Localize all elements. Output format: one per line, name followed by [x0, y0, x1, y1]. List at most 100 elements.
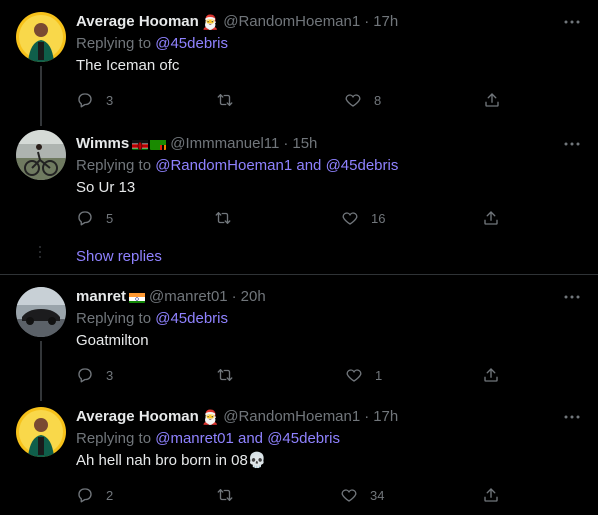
thread-line [40, 341, 42, 401]
skull-emoji: 💀 [247, 452, 267, 469]
reply-button[interactable]: 3 [76, 365, 113, 385]
retweet-button[interactable] [216, 365, 234, 385]
tweet-text: Ah hell nah bro born in 08💀 [76, 451, 582, 471]
thread-connector [38, 192, 42, 242]
timestamp[interactable]: 17h [373, 407, 398, 427]
reply-button[interactable]: 5 [76, 208, 113, 228]
mention-link[interactable]: @45debris [155, 310, 228, 327]
share-icon [484, 368, 498, 382]
tweet-text-body: Ah hell nah bro born in 08 [76, 452, 248, 469]
avatar[interactable] [16, 407, 66, 457]
zambia-flag-icon [150, 138, 167, 150]
reply-button[interactable]: 2 [76, 485, 113, 505]
kenya-flag-icon [132, 138, 149, 150]
avatar[interactable] [16, 12, 66, 62]
like-button[interactable]: 34 [340, 485, 384, 505]
retweet-icon [217, 369, 233, 381]
heart-icon [342, 212, 358, 225]
heart-icon [345, 94, 361, 107]
santa-emoji: 🎅 [201, 409, 220, 425]
replying-prefix: Replying to [76, 310, 156, 327]
reply-icon [78, 488, 92, 503]
timestamp[interactable]: 15h [292, 134, 317, 154]
like-button[interactable]: 8 [344, 90, 381, 110]
heart-icon [346, 369, 362, 382]
reply-icon [78, 368, 92, 383]
retweet-button[interactable] [216, 485, 234, 505]
share-button[interactable] [482, 208, 500, 228]
reply-count: 5 [106, 210, 114, 226]
user-handle[interactable]: @RandomHoeman1 [223, 12, 360, 32]
show-replies-link[interactable]: Show replies [76, 248, 162, 265]
mention-link[interactable]: @RandomHoeman1 [155, 157, 292, 174]
retweet-button[interactable] [214, 208, 232, 228]
user-handle[interactable]: @manret01 [149, 287, 228, 307]
reply-button[interactable]: 3 [76, 90, 113, 110]
tweet-text: So Ur 13 [76, 179, 136, 196]
user-handle[interactable]: @RandomHoeman1 [223, 407, 360, 427]
mention-link[interactable]: @45debris [155, 35, 228, 52]
tweet-3[interactable]: manret @manret01 · 20h Replying to @45de… [0, 275, 598, 401]
more-options-icon[interactable] [562, 287, 582, 307]
tweet-text: Goatmilton [76, 332, 149, 349]
display-name[interactable]: Average Hooman [76, 12, 199, 32]
retweet-icon [217, 94, 233, 106]
retweet-button[interactable] [216, 90, 234, 110]
share-icon [484, 488, 498, 502]
more-options-icon[interactable] [562, 12, 582, 32]
reply-icon [78, 93, 92, 108]
display-name[interactable]: Average Hooman [76, 407, 199, 427]
reply-count: 3 [106, 367, 114, 383]
santa-emoji: 🎅 [201, 14, 220, 30]
replying-to: Replying to @manret01 and @45debris [76, 429, 582, 449]
share-button[interactable] [482, 365, 500, 385]
share-button[interactable] [482, 485, 500, 505]
share-button[interactable] [483, 90, 501, 110]
separator-dot: · [364, 13, 370, 30]
reply-count: 2 [106, 487, 114, 503]
reply-count: 3 [106, 92, 114, 108]
display-name[interactable]: manret [76, 287, 126, 307]
like-count: 1 [375, 367, 383, 383]
replying-joiner: and [233, 430, 268, 447]
like-count: 8 [374, 92, 382, 108]
show-replies-connector [38, 246, 42, 270]
share-icon [485, 93, 499, 107]
tweet-text: The Iceman ofc [76, 57, 180, 74]
tweet-4[interactable]: Average Hooman 🎅 @RandomHoeman1 · 17h Re… [0, 395, 598, 515]
timestamp[interactable]: 20h [241, 287, 266, 307]
timestamp[interactable]: 17h [373, 12, 398, 32]
replying-to: Replying to @45debris [76, 309, 582, 329]
more-options-icon[interactable] [562, 134, 582, 154]
india-flag-icon [129, 291, 146, 303]
like-count: 16 [371, 210, 386, 226]
more-options-icon[interactable] [562, 407, 582, 427]
user-handle[interactable]: @Immmanuel11 [170, 134, 279, 154]
avatar[interactable] [16, 130, 66, 180]
thread-line [40, 66, 42, 126]
retweet-icon [215, 212, 231, 224]
mention-link[interactable]: @manret01 [155, 430, 234, 447]
separator-dot: · [283, 135, 289, 152]
separator-dot: · [364, 408, 370, 425]
replying-to: Replying to @45debris [76, 34, 582, 54]
replying-prefix: Replying to [76, 430, 156, 447]
avatar[interactable] [16, 287, 66, 337]
like-button[interactable]: 16 [341, 208, 385, 228]
replying-prefix: Replying to [76, 157, 156, 174]
reply-icon [78, 211, 92, 226]
replying-prefix: Replying to [76, 35, 156, 52]
retweet-icon [217, 489, 233, 501]
mention-link[interactable]: @45debris [267, 430, 340, 447]
display-name[interactable]: Wimms [76, 134, 129, 154]
heart-icon [341, 489, 357, 502]
tweet-1[interactable]: Average Hooman 🎅 @RandomHoeman1 · 17h Re… [0, 0, 598, 126]
replying-to: Replying to @RandomHoeman1 and @45debris [76, 156, 582, 176]
mention-link[interactable]: @45debris [326, 157, 399, 174]
tweet-2[interactable]: Wimms @Immmanuel11 · 15h Replying to @Ra… [0, 122, 598, 237]
like-button[interactable]: 1 [345, 365, 382, 385]
separator-dot: · [231, 288, 237, 305]
share-icon [484, 211, 498, 225]
like-count: 34 [370, 487, 385, 503]
replying-joiner: and [292, 157, 326, 174]
